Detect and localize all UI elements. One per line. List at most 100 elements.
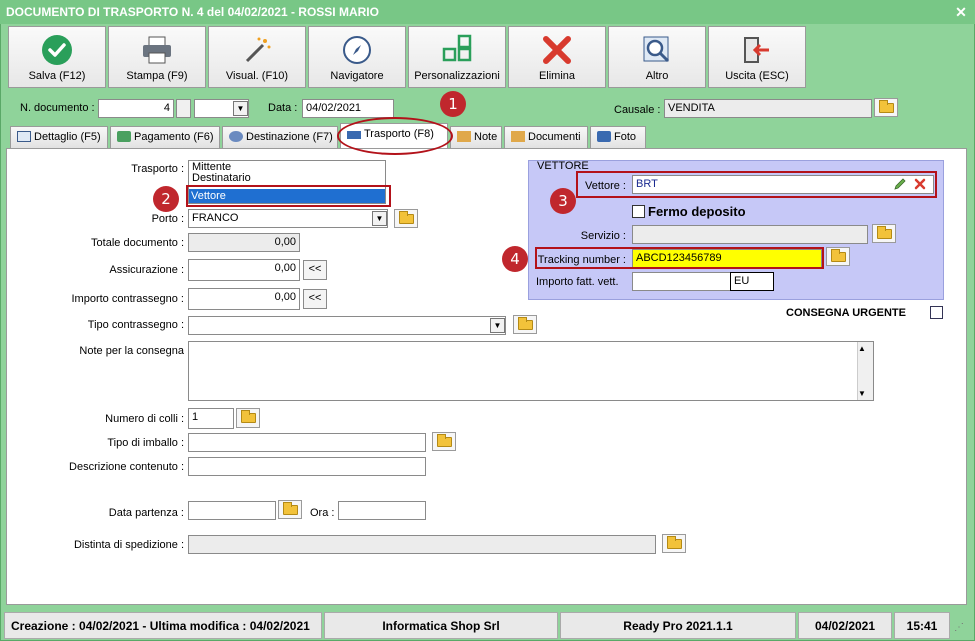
fermo-deposito-label: Fermo deposito bbox=[648, 204, 746, 219]
tab-note[interactable]: Note bbox=[450, 126, 502, 148]
tab-dettaglio[interactable]: Dettaglio (F5) bbox=[10, 126, 108, 148]
porto-select[interactable]: FRANCO bbox=[188, 209, 388, 228]
tab-destinazione[interactable]: Destinazione (F7) bbox=[222, 126, 338, 148]
highlight-box-tracking bbox=[535, 247, 824, 269]
chevron-down-icon[interactable]: ▼ bbox=[233, 101, 248, 116]
note-consegna-label: Note per la consegna bbox=[79, 345, 184, 357]
folder-icon bbox=[436, 433, 452, 447]
customize-button[interactable]: Personalizzazioni bbox=[408, 26, 506, 88]
folder-icon bbox=[830, 248, 846, 262]
status-product: Ready Pro 2021.1.1 bbox=[560, 612, 796, 639]
colli-label: Numero di colli : bbox=[105, 413, 184, 425]
status-created: Creazione : 04/02/2021 - Ultima modifica… bbox=[4, 612, 322, 639]
causale-field[interactable]: VENDITA bbox=[664, 99, 872, 118]
assicurazione-shift-button[interactable]: << bbox=[303, 260, 327, 280]
descrizione-label: Descrizione contenuto : bbox=[69, 461, 184, 473]
servizio-label: Servizio : bbox=[580, 230, 626, 242]
colli-folder-button[interactable] bbox=[236, 408, 260, 428]
chevron-down-icon[interactable]: ▼ bbox=[372, 211, 387, 226]
ora-field[interactable] bbox=[338, 501, 426, 520]
print-button[interactable]: Stampa (F9) bbox=[108, 26, 206, 88]
title-bar: DOCUMENTO DI TRASPORTO N. 4 del 04/02/20… bbox=[0, 0, 975, 24]
close-icon[interactable]: ✕ bbox=[953, 4, 969, 20]
assicurazione-field[interactable]: 0,00 bbox=[188, 259, 300, 281]
note-consegna-textarea[interactable] bbox=[188, 341, 874, 401]
distinta-label: Distinta di spedizione : bbox=[73, 539, 184, 551]
servizio-field[interactable] bbox=[632, 225, 868, 244]
option-destinatario[interactable]: Destinatario bbox=[192, 173, 382, 184]
navigator-button[interactable]: Navigatore bbox=[308, 26, 406, 88]
delete-button[interactable]: Elimina bbox=[508, 26, 606, 88]
porto-label: Porto : bbox=[151, 213, 184, 225]
imballo-folder-button[interactable] bbox=[432, 432, 456, 451]
tab-pagamento[interactable]: Pagamento (F6) bbox=[110, 126, 220, 148]
scroll-up-icon[interactable]: ▲ bbox=[858, 344, 866, 353]
data-label: Data : bbox=[268, 102, 298, 114]
tipo-contrassegno-folder-button[interactable] bbox=[513, 315, 537, 334]
ndoc-suffix-button[interactable] bbox=[176, 99, 191, 118]
printer-icon bbox=[109, 33, 205, 67]
other-button[interactable]: Altro bbox=[608, 26, 706, 88]
distinta-folder-button[interactable] bbox=[662, 534, 686, 553]
fermo-deposito-checkbox[interactable] bbox=[632, 205, 645, 218]
preview-button[interactable]: Visual. (F10) bbox=[208, 26, 306, 88]
data-partenza-label: Data partenza : bbox=[108, 507, 184, 519]
importo-vettore-field[interactable] bbox=[632, 272, 732, 291]
folder-icon bbox=[511, 131, 525, 142]
importo-vettore-label: Importo fatt. vett. bbox=[536, 276, 619, 288]
causale-label: Causale : bbox=[614, 104, 661, 116]
tipo-contrassegno-label: Tipo contrassegno : bbox=[87, 319, 184, 331]
folder-icon bbox=[876, 225, 892, 239]
highlight-ellipse-tab bbox=[337, 117, 453, 155]
descrizione-field[interactable] bbox=[188, 457, 426, 476]
globe-icon bbox=[229, 131, 243, 142]
scroll-down-icon[interactable]: ▼ bbox=[858, 389, 866, 398]
step-badge-3: 3 bbox=[550, 188, 576, 214]
grid-icon bbox=[409, 33, 505, 67]
folder-icon bbox=[398, 210, 414, 224]
folder-icon bbox=[517, 316, 533, 330]
consegna-urgente-checkbox[interactable] bbox=[930, 306, 943, 319]
contrassegno-shift-button[interactable]: << bbox=[303, 289, 327, 309]
compass-icon bbox=[309, 33, 405, 67]
delete-x-icon bbox=[509, 33, 605, 67]
distinta-field bbox=[188, 535, 656, 554]
tipo-contrassegno-select[interactable] bbox=[188, 316, 506, 335]
tab-documenti[interactable]: Documenti bbox=[504, 126, 588, 148]
currency-field[interactable]: EU bbox=[730, 272, 774, 291]
resize-grip-icon[interactable]: ⋰ bbox=[954, 622, 964, 633]
data-partenza-folder-button[interactable] bbox=[278, 500, 302, 519]
ndoc-label: N. documento : bbox=[20, 102, 95, 114]
contrassegno-field[interactable]: 0,00 bbox=[188, 288, 300, 310]
step-badge-1: 1 bbox=[440, 91, 466, 117]
totale-label: Totale documento : bbox=[91, 237, 184, 249]
ora-label: Ora : bbox=[310, 507, 335, 519]
folder-icon bbox=[878, 99, 894, 113]
save-button[interactable]: Salva (F12) bbox=[8, 26, 106, 88]
window-title: DOCUMENTO DI TRASPORTO N. 4 del 04/02/20… bbox=[6, 5, 379, 19]
contrassegno-label: Importo contrassegno : bbox=[71, 293, 184, 305]
table-icon bbox=[17, 131, 31, 142]
data-field[interactable]: 04/02/2021 bbox=[302, 99, 394, 118]
exit-button[interactable]: Uscita (ESC) bbox=[708, 26, 806, 88]
magnifier-icon bbox=[609, 33, 705, 67]
data-partenza-field[interactable] bbox=[188, 501, 276, 520]
ndoc-field[interactable]: 4 bbox=[98, 99, 174, 118]
imballo-label: Tipo di imballo : bbox=[107, 437, 184, 449]
folder-icon bbox=[666, 535, 682, 549]
highlight-box-vettore-option bbox=[186, 185, 391, 207]
tracking-folder-button[interactable] bbox=[826, 247, 850, 266]
step-badge-2: 2 bbox=[153, 186, 179, 212]
causale-folder-button[interactable] bbox=[874, 98, 898, 117]
colli-field[interactable]: 1 bbox=[188, 408, 234, 429]
imballo-field[interactable] bbox=[188, 433, 426, 452]
status-time: 15:41 bbox=[894, 612, 950, 639]
chevron-down-icon[interactable]: ▼ bbox=[490, 318, 505, 333]
tab-foto[interactable]: Foto bbox=[590, 126, 646, 148]
note-icon bbox=[457, 131, 471, 142]
servizio-folder-button[interactable] bbox=[872, 224, 896, 243]
porto-folder-button[interactable] bbox=[394, 209, 418, 228]
folder-icon bbox=[282, 501, 298, 515]
folder-icon bbox=[240, 410, 256, 423]
consegna-urgente-label: CONSEGNA URGENTE bbox=[786, 307, 906, 319]
